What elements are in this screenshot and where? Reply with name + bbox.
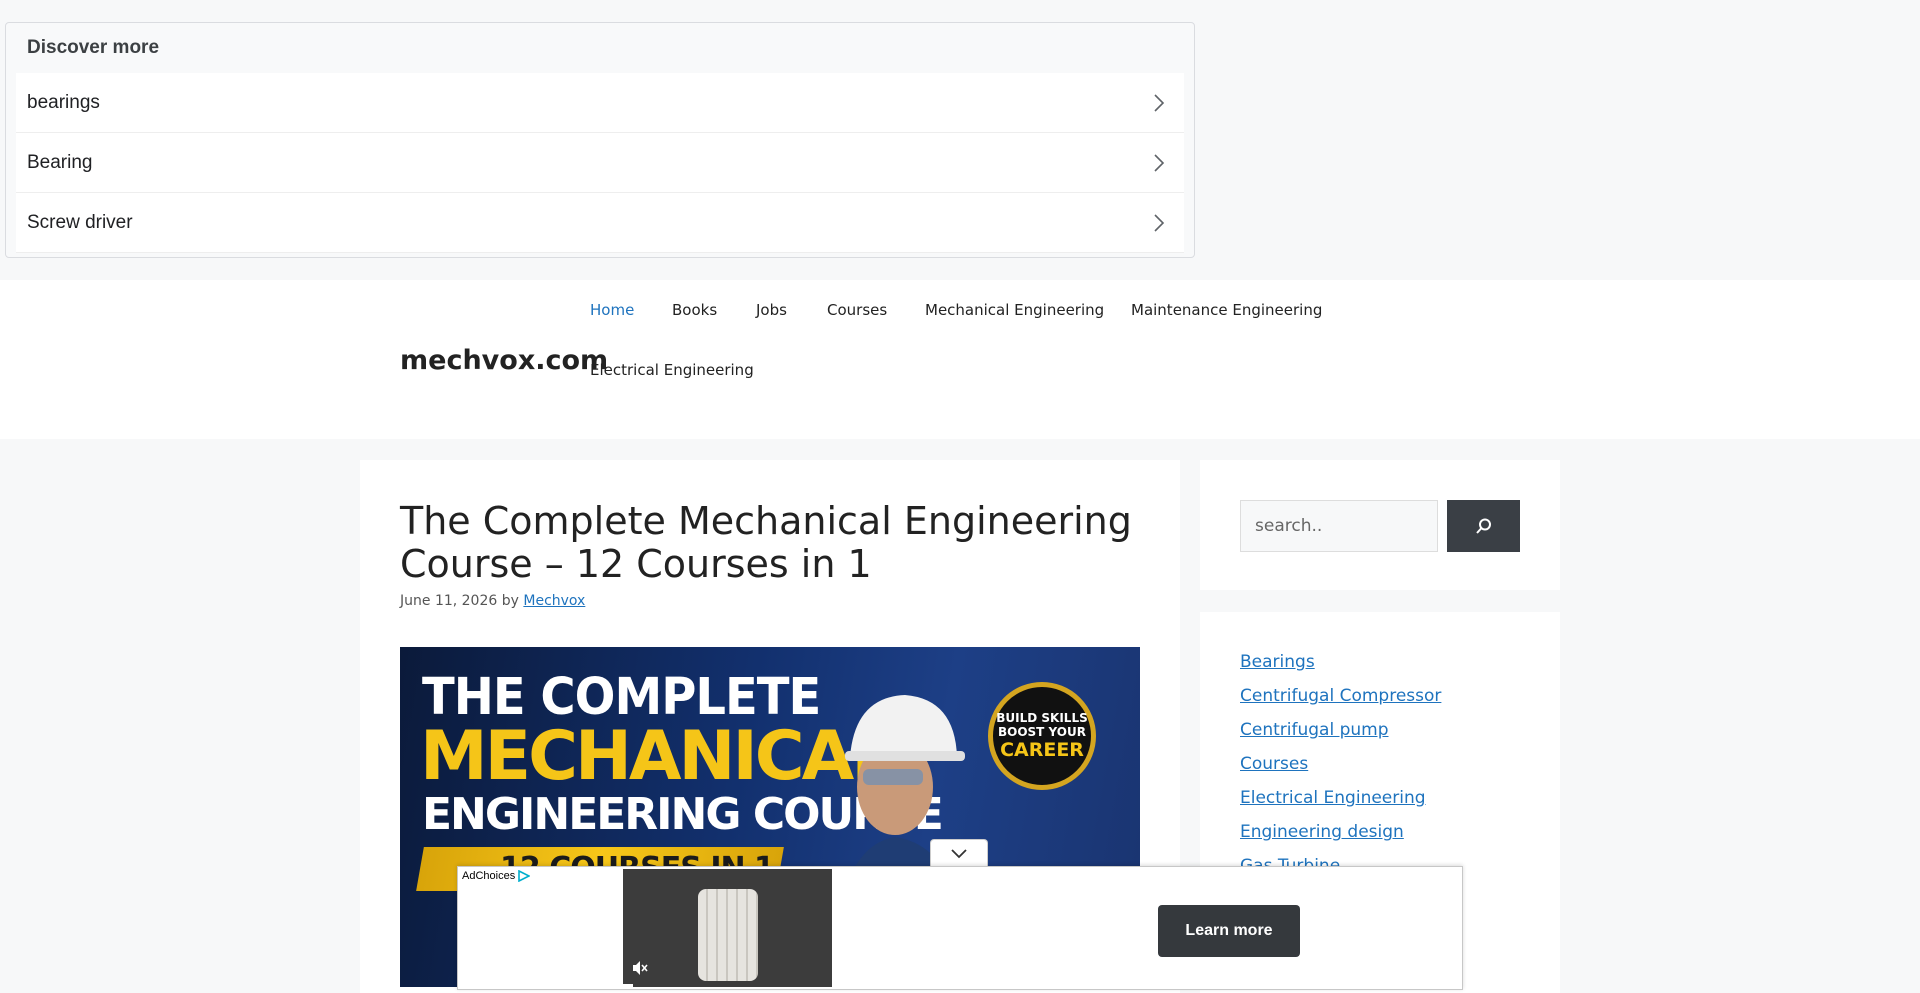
badge-text-top: BUILD SKILLS — [996, 711, 1088, 725]
category-item: Electrical Engineering — [1240, 788, 1441, 822]
mute-icon[interactable] — [631, 959, 649, 977]
discover-item-label: Bearing — [27, 151, 93, 173]
discover-item[interactable]: Screw driver — [16, 193, 1184, 253]
article-date: June 11, 2026 — [400, 593, 498, 609]
chevron-right-icon — [1145, 209, 1173, 237]
category-item: Centrifugal pump — [1240, 720, 1441, 754]
category-link[interactable]: Engineering design — [1240, 822, 1404, 842]
ad-collapse-button[interactable] — [930, 839, 988, 867]
nav-item-books[interactable]: Books — [657, 280, 732, 340]
search-button[interactable] — [1447, 500, 1520, 552]
article-by: by — [501, 593, 519, 609]
video-progress — [623, 984, 633, 987]
nav-item-maintenance-engineering[interactable]: Maintenance Engineering — [1116, 280, 1337, 340]
discover-item[interactable]: bearings — [16, 73, 1184, 133]
category-item: Engineering design — [1240, 822, 1441, 856]
nav-item-home[interactable]: Home — [575, 280, 649, 340]
article-author-link[interactable]: Mechvox — [523, 593, 585, 609]
ad-product-image — [698, 889, 758, 981]
category-item: Courses — [1240, 754, 1441, 788]
category-item: Bearings — [1240, 652, 1441, 686]
category-link[interactable]: Bearings — [1240, 652, 1315, 672]
ad-video[interactable] — [623, 869, 832, 987]
nav-item-courses[interactable]: Courses — [812, 280, 902, 340]
nav-item-electrical-engineering[interactable]: Electrical Engineering — [575, 340, 769, 400]
search-input[interactable]: search.. — [1240, 500, 1438, 552]
career-badge: BUILD SKILLS BOOST YOUR CAREER — [988, 682, 1096, 790]
sticky-ad-banner: AdChoices Learn more — [457, 866, 1463, 990]
discover-item-label: bearings — [27, 91, 100, 113]
discover-more-panel: Discover more bearings Bearing Screw dri… — [5, 22, 1195, 258]
category-link[interactable]: Centrifugal pump — [1240, 720, 1389, 740]
article-title: The Complete Mechanical Engineering Cour… — [400, 499, 1132, 586]
nav-item-mechanical-engineering[interactable]: Mechanical Engineering — [910, 280, 1119, 340]
discover-more-title: Discover more — [27, 37, 160, 58]
article-meta: June 11, 2026 by Mechvox — [400, 593, 585, 609]
adchoices-label: AdChoices — [462, 870, 516, 882]
sidebar-search-widget: search.. — [1200, 460, 1560, 590]
adchoices-link[interactable]: AdChoices — [462, 870, 531, 882]
search-placeholder: search.. — [1255, 516, 1323, 536]
category-link[interactable]: Centrifugal Compressor — [1240, 686, 1441, 706]
chevron-down-icon — [951, 848, 967, 858]
category-link[interactable]: Electrical Engineering — [1240, 788, 1426, 808]
site-header: mechvox.com Home Books Jobs Courses Mech… — [0, 280, 1920, 439]
adchoices-icon — [518, 870, 531, 882]
learn-more-button[interactable]: Learn more — [1158, 905, 1300, 957]
discover-item[interactable]: Bearing — [16, 133, 1184, 193]
category-link[interactable]: Courses — [1240, 754, 1308, 774]
chevron-right-icon — [1145, 149, 1173, 177]
discover-item-label: Screw driver — [27, 211, 133, 233]
search-icon — [1475, 518, 1491, 534]
badge-text-big: CAREER — [1000, 739, 1084, 761]
chevron-right-icon — [1145, 89, 1173, 117]
nav-item-jobs[interactable]: Jobs — [741, 280, 802, 340]
badge-text-mid: BOOST YOUR — [997, 725, 1086, 739]
category-item: Centrifugal Compressor — [1240, 686, 1441, 720]
